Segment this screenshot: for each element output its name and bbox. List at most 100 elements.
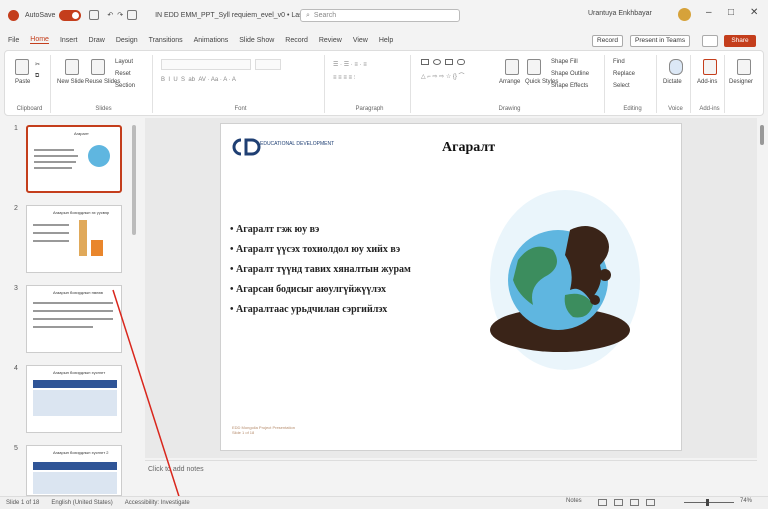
cut-icon[interactable]: ✂ xyxy=(35,61,40,68)
find-button[interactable]: Find xyxy=(613,59,625,65)
share-button[interactable]: Share xyxy=(724,35,756,47)
search-placeholder: Search xyxy=(313,12,337,19)
oval-shape-icon[interactable] xyxy=(433,59,441,65)
tab-slide-show[interactable]: Slide Show xyxy=(239,37,274,44)
tab-review[interactable]: Review xyxy=(319,37,342,44)
tab-transitions[interactable]: Transitions xyxy=(149,37,183,44)
paste-label[interactable]: Paste xyxy=(15,79,30,85)
slide-thumbnail-3[interactable]: Агаарын бохирдлын нөлөө xyxy=(26,285,122,353)
copy-icon[interactable]: ⧉ xyxy=(35,73,39,80)
paste-icon[interactable] xyxy=(15,59,29,75)
reading-view-icon[interactable] xyxy=(630,499,639,506)
thumb-table-body xyxy=(33,472,117,494)
select-button[interactable]: Select xyxy=(613,83,630,89)
notes-pane[interactable] xyxy=(145,460,757,486)
clipboard-group-label: Clipboard xyxy=(16,106,43,112)
editing-group: Find Replace Select Editing xyxy=(609,55,657,113)
avatar[interactable] xyxy=(678,8,691,21)
slide-title[interactable]: Агаралт xyxy=(442,140,495,156)
section-button[interactable]: Section xyxy=(115,83,135,89)
tab-animations[interactable]: Animations xyxy=(194,37,229,44)
editor-scrollbar[interactable] xyxy=(760,125,764,145)
tab-file[interactable]: File xyxy=(8,37,19,44)
slide-thumbnail-5[interactable]: Агаарын бохирдлын хүснэгт 2 xyxy=(26,445,122,496)
tab-design[interactable]: Design xyxy=(116,37,138,44)
undo-icon[interactable]: ↶ xyxy=(107,11,113,19)
tab-home[interactable]: Home xyxy=(30,36,49,44)
slide-thumbnail-4[interactable]: Агаарын бохирдлын хүснэгт xyxy=(26,365,122,433)
rectangle-shape-icon[interactable] xyxy=(421,59,429,65)
replace-button[interactable]: Replace xyxy=(613,71,635,77)
rounded-shape-icon[interactable] xyxy=(457,59,465,65)
zoom-slider-knob[interactable] xyxy=(706,499,709,506)
new-slide-label[interactable]: New Slide xyxy=(57,79,84,85)
list-buttons[interactable]: ☰ · ☰ · ≡ · ≡ xyxy=(333,61,367,68)
autosave-toggle[interactable] xyxy=(59,9,82,21)
save-icon[interactable] xyxy=(89,10,100,20)
shape-outline-button[interactable]: Shape Outline xyxy=(551,71,589,77)
tab-view[interactable]: View xyxy=(353,37,368,44)
thumb-number: 4 xyxy=(14,365,18,372)
zoom-level[interactable]: 74% xyxy=(740,498,752,504)
record-button[interactable]: Record xyxy=(592,35,623,47)
bullet-list[interactable]: • Агаралт гэж юу вэ • Агаралт үүсэх тохи… xyxy=(230,224,411,324)
bullet-item: • Агаралт түүнд тавих хяналтын журам xyxy=(230,264,411,275)
maximize-button[interactable]: □ xyxy=(728,7,734,18)
notes-toggle-button[interactable]: Notes xyxy=(566,498,582,504)
user-name[interactable]: Urantuya Enkhbayar xyxy=(588,10,652,17)
reset-button[interactable]: Reset xyxy=(115,71,131,77)
layout-button[interactable]: Layout xyxy=(115,59,133,65)
font-name-select[interactable] xyxy=(161,59,251,70)
new-slide-icon[interactable] xyxy=(65,59,79,75)
arrange-icon[interactable] xyxy=(505,59,519,75)
shape-fill-button[interactable]: Shape Fill xyxy=(551,59,578,65)
tab-insert[interactable]: Insert xyxy=(60,37,78,44)
thumbnail-scrollbar[interactable] xyxy=(132,125,136,235)
font-size-select[interactable] xyxy=(255,59,281,70)
font-group: B I U S ab AV · Aa · A · A Font xyxy=(157,55,325,113)
minimize-button[interactable]: – xyxy=(706,7,712,18)
quick-styles-icon[interactable] xyxy=(527,59,541,75)
slide-sorter-icon[interactable] xyxy=(614,499,623,506)
present-in-teams-button[interactable]: Present in Teams xyxy=(630,35,691,47)
accessibility-indicator[interactable]: Accessibility: Investigate xyxy=(125,500,190,506)
shape-gallery[interactable]: △ ⌐ ⇨ ⇨ ☆ {} ⌒ xyxy=(421,71,465,80)
addins-label[interactable]: Add-ins xyxy=(697,79,717,85)
slideshow-icon[interactable] xyxy=(646,499,655,506)
bullet-item: • Агаралт гэж юу вэ xyxy=(230,224,320,235)
close-button[interactable]: ✕ xyxy=(750,7,758,18)
search-input[interactable]: ⌕ Search xyxy=(300,9,460,22)
microphone-icon[interactable] xyxy=(669,59,683,75)
designer-icon[interactable] xyxy=(737,59,751,75)
paragraph-group-label: Paragraph xyxy=(355,106,384,112)
shape-effects-button[interactable]: Shape Effects xyxy=(551,83,588,89)
thumb-number: 2 xyxy=(14,205,18,212)
thumb-barrel-icon xyxy=(91,240,103,256)
thumb-table-header xyxy=(33,380,117,388)
font-format-buttons[interactable]: B I U S ab AV · Aa · A · A xyxy=(161,77,236,83)
align-buttons[interactable]: ≡ ≡ ≡ ≡ ⫶ xyxy=(333,75,355,82)
tab-help[interactable]: Help xyxy=(379,37,393,44)
reuse-slides-icon[interactable] xyxy=(91,59,105,75)
dictate-label[interactable]: Dictate xyxy=(663,79,682,85)
comments-icon[interactable] xyxy=(702,35,718,47)
normal-view-icon[interactable] xyxy=(598,499,607,506)
slide-count: Slide 1 of 18 xyxy=(6,500,40,506)
present-from-start-icon[interactable] xyxy=(127,10,138,20)
notes-placeholder[interactable]: Click to add notes xyxy=(148,466,204,473)
addins-icon[interactable] xyxy=(703,59,717,75)
footer-line: Slide 1 of 18 xyxy=(232,430,255,435)
redo-icon[interactable]: ↷ xyxy=(117,11,123,19)
language-indicator[interactable]: English (United States) xyxy=(51,500,112,506)
tab-record[interactable]: Record xyxy=(285,37,308,44)
tab-draw[interactable]: Draw xyxy=(88,37,104,44)
slide-thumbnail-2[interactable]: Агаарын бохирдлын эх үүсвэр xyxy=(26,205,122,273)
slide-thumbnail-1[interactable]: Агаралт xyxy=(26,125,122,193)
zoom-slider[interactable] xyxy=(684,502,734,503)
designer-label[interactable]: Designer xyxy=(729,79,753,85)
drawing-group-label: Drawing xyxy=(498,106,521,112)
bullet-item: • Агарсан бодисыг аюулгүйжүүлэх xyxy=(230,284,386,295)
ribbon: Paste ✂ ⧉ Clipboard New Slide Reuse Slid… xyxy=(4,50,764,116)
textbox-shape-icon[interactable] xyxy=(445,59,453,65)
arrange-label[interactable]: Arrange xyxy=(499,79,520,85)
